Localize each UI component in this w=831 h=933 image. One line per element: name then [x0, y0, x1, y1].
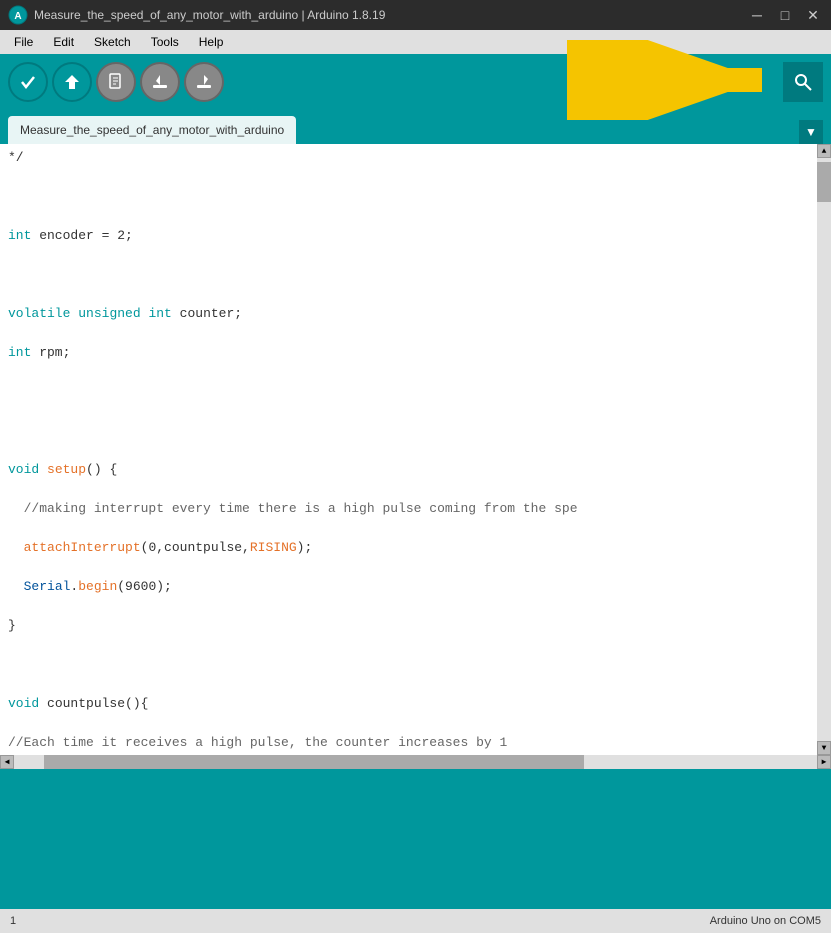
toolbar: [0, 54, 831, 110]
h-scroll-track: [14, 755, 817, 769]
code-line: }: [8, 618, 16, 633]
menu-edit[interactable]: Edit: [45, 33, 82, 51]
title-bar-left: A Measure_the_speed_of_any_motor_with_ar…: [8, 5, 385, 25]
tab-bar: Measure_the_speed_of_any_motor_with_ardu…: [0, 110, 831, 144]
checkmark-icon: [18, 72, 38, 92]
verify-button[interactable]: [8, 62, 48, 102]
code-line: Serial.begin(9600);: [8, 579, 172, 594]
tab-dropdown-button[interactable]: ▼: [799, 120, 823, 144]
code-line: attachInterrupt(0,countpulse,RISING);: [8, 540, 312, 555]
board-info: Arduino Uno on COM5: [710, 915, 821, 927]
save-icon: [194, 72, 214, 92]
open-folder-icon: [150, 72, 170, 92]
arduino-logo-icon: A: [8, 5, 28, 25]
scroll-up-button[interactable]: ▲: [817, 144, 831, 158]
menu-sketch[interactable]: Sketch: [86, 33, 139, 51]
scroll-left-button[interactable]: ◀: [0, 755, 14, 769]
h-scroll-thumb[interactable]: [44, 755, 584, 769]
code-line: volatile unsigned int counter;: [8, 306, 242, 321]
status-bar: 1 Arduino Uno on COM5: [0, 909, 831, 933]
search-icon: [793, 72, 813, 92]
line-number: 1: [10, 915, 16, 927]
code-line: //Each time it receives a high pulse, th…: [8, 735, 507, 750]
upload-arrow-icon: [62, 72, 82, 92]
code-editor[interactable]: */ int encoder = 2; volatile unsigned in…: [0, 144, 817, 755]
maximize-button[interactable]: □: [775, 7, 795, 24]
new-button[interactable]: [96, 62, 136, 102]
menu-file[interactable]: File: [6, 33, 41, 51]
close-button[interactable]: ✕: [803, 7, 823, 24]
open-button[interactable]: [140, 62, 180, 102]
menu-tools[interactable]: Tools: [143, 33, 187, 51]
scroll-track: [817, 158, 831, 741]
vertical-scrollbar: ▲ ▼: [817, 144, 831, 755]
code-line: void setup() {: [8, 462, 117, 477]
search-button[interactable]: [783, 62, 823, 102]
minimize-button[interactable]: ─: [747, 7, 767, 24]
menu-bar: File Edit Sketch Tools Help: [0, 30, 831, 54]
save-button[interactable]: [184, 62, 224, 102]
new-file-icon: [107, 73, 125, 91]
active-tab[interactable]: Measure_the_speed_of_any_motor_with_ardu…: [8, 116, 296, 144]
editor-container: */ int encoder = 2; volatile unsigned in…: [0, 144, 831, 755]
code-line: int encoder = 2;: [8, 228, 133, 243]
horizontal-scrollbar-container: ◀ ▶: [0, 755, 831, 769]
code-line: */: [8, 150, 24, 165]
code-line: void countpulse(){: [8, 696, 148, 711]
scroll-down-button[interactable]: ▼: [817, 741, 831, 755]
title-bar-controls: ─ □ ✕: [747, 7, 823, 24]
code-line: //making interrupt every time there is a…: [8, 501, 578, 516]
scroll-thumb[interactable]: [817, 162, 831, 202]
tab-label: Measure_the_speed_of_any_motor_with_ardu…: [20, 123, 284, 137]
svg-text:A: A: [14, 11, 21, 22]
title-bar: A Measure_the_speed_of_any_motor_with_ar…: [0, 0, 831, 30]
upload-button[interactable]: [52, 62, 92, 102]
menu-help[interactable]: Help: [191, 33, 232, 51]
console-area: [0, 769, 831, 909]
code-line: int rpm;: [8, 345, 70, 360]
scroll-right-button[interactable]: ▶: [817, 755, 831, 769]
window-title: Measure_the_speed_of_any_motor_with_ardu…: [34, 8, 385, 22]
